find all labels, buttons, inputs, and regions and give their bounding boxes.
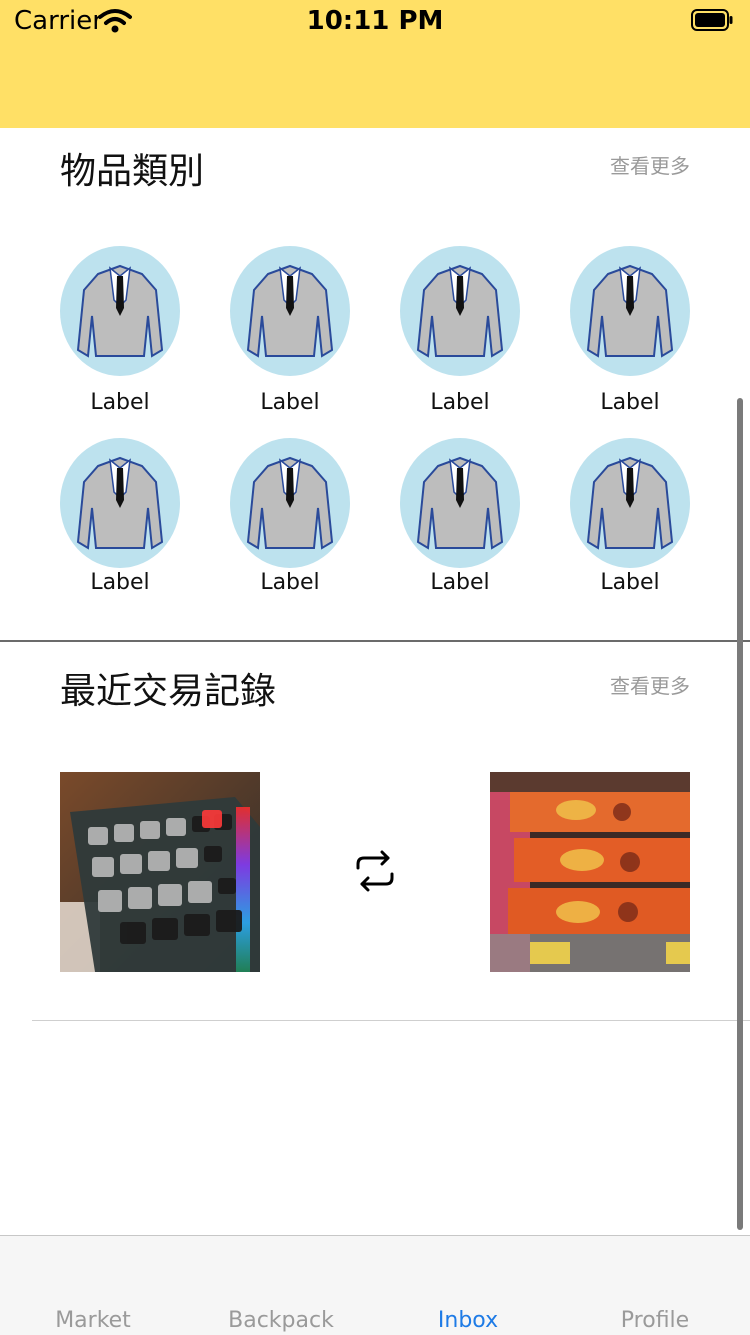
jacket-icon <box>60 246 180 376</box>
categories-more-link[interactable]: 查看更多 <box>610 150 690 179</box>
recent-trades-title: 最近交易記錄 <box>60 671 277 712</box>
tab-profile[interactable]: Profile <box>575 1308 735 1333</box>
jacket-icon <box>400 246 520 376</box>
category-item[interactable]: Label <box>230 438 350 608</box>
header-bar: Carrier 10:11 PM <box>0 0 750 128</box>
category-item[interactable]: Label <box>60 438 180 608</box>
jacket-icon <box>570 438 690 568</box>
category-item[interactable]: Label <box>400 438 520 608</box>
category-item[interactable]: Label <box>230 246 350 416</box>
battery-icon <box>691 9 733 31</box>
trade-item-keyboard-image[interactable] <box>60 772 260 972</box>
jacket-icon <box>60 438 180 568</box>
category-label: Label <box>260 390 320 415</box>
jacket-icon <box>230 246 350 376</box>
recent-trades-more-link[interactable]: 查看更多 <box>610 670 690 699</box>
vertical-scrollbar[interactable] <box>737 398 743 1230</box>
category-label: Label <box>600 570 660 595</box>
tab-market[interactable]: Market <box>13 1308 173 1333</box>
category-label: Label <box>600 390 660 415</box>
category-label: Label <box>90 570 150 595</box>
category-item[interactable]: Label <box>60 246 180 416</box>
category-label: Label <box>430 570 490 595</box>
section-divider <box>32 1020 750 1021</box>
tab-backpack[interactable]: Backpack <box>201 1308 361 1333</box>
category-label: Label <box>430 390 490 415</box>
category-item[interactable]: Label <box>570 246 690 416</box>
categories-title: 物品類別 <box>60 151 205 192</box>
jacket-icon <box>400 438 520 568</box>
trade-item-boxes-image[interactable] <box>490 772 690 972</box>
swap-icon <box>350 846 400 896</box>
category-label: Label <box>260 570 320 595</box>
status-time: 10:11 PM <box>306 6 444 36</box>
jacket-icon <box>230 438 350 568</box>
jacket-icon <box>570 246 690 376</box>
category-item[interactable]: Label <box>400 246 520 416</box>
category-label: Label <box>90 390 150 415</box>
section-divider <box>0 640 750 642</box>
category-item[interactable]: Label <box>570 438 690 608</box>
tab-bar: Market Backpack Inbox Profile <box>0 1235 750 1335</box>
tab-inbox[interactable]: Inbox <box>388 1308 548 1333</box>
